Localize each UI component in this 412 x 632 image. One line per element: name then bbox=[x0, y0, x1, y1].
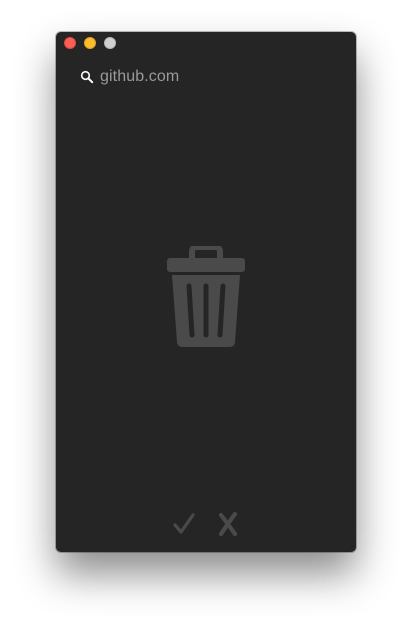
cancel-button[interactable] bbox=[216, 510, 240, 538]
x-icon bbox=[218, 511, 238, 537]
app-window: github.com bbox=[56, 32, 356, 552]
minimize-window-button[interactable] bbox=[84, 37, 96, 49]
checkmark-icon bbox=[173, 513, 195, 534]
search-icon bbox=[80, 70, 94, 84]
search-query-text: github.com bbox=[100, 68, 180, 85]
action-bar bbox=[56, 510, 356, 538]
search-field[interactable]: github.com bbox=[80, 66, 179, 88]
title-bar bbox=[56, 32, 356, 54]
confirm-button[interactable] bbox=[172, 510, 196, 538]
trash-icon bbox=[166, 244, 246, 348]
zoom-window-button[interactable] bbox=[104, 37, 116, 49]
close-window-button[interactable] bbox=[64, 37, 76, 49]
